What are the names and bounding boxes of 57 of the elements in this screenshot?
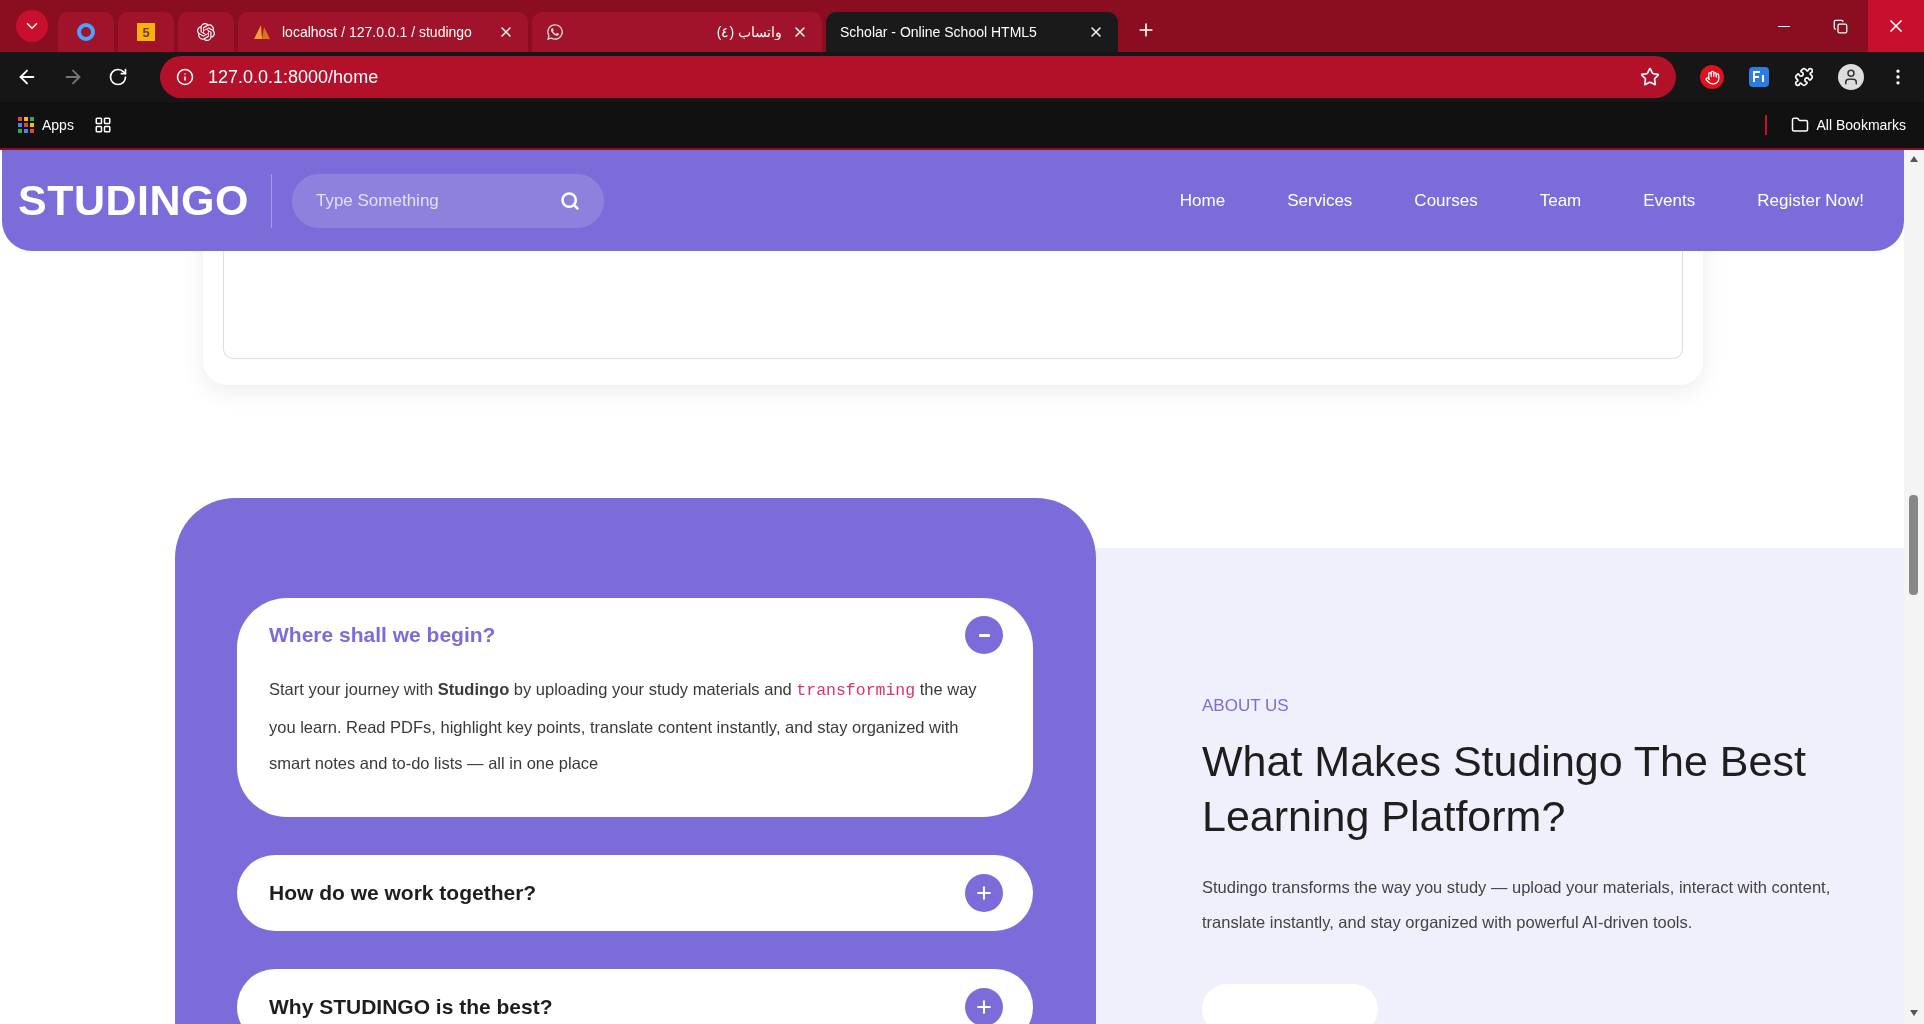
plus-icon xyxy=(974,883,994,903)
nav-link[interactable]: Home xyxy=(1179,190,1226,211)
accordion-text: Start your journey with Studingo by uploading your study materials and transforming the way you learn. Read PDFs, highlight key points, translate content instantly, and stay organized with smart notes and to-do lists — all in one place xyxy=(269,679,978,774)
nav-link[interactable]: Services xyxy=(1287,190,1353,211)
browser-tab[interactable]: Scholar - Online School HTML5 xyxy=(826,12,1118,52)
info-icon xyxy=(176,68,194,86)
apps-grid-icon xyxy=(18,117,34,133)
nav-link[interactable]: Courses xyxy=(1414,190,1478,211)
ring-icon xyxy=(77,23,95,41)
accordion-title: How do we work together? xyxy=(269,881,537,905)
knot-icon xyxy=(197,23,215,41)
accordion-item[interactable]: How do we work together? xyxy=(237,855,1033,931)
accordion-item[interactable]: Why STUDINGO is the best? xyxy=(237,969,1033,1024)
chat-bubble-icon xyxy=(546,23,564,41)
minimize-icon xyxy=(1778,25,1790,27)
pinned-tab[interactable] xyxy=(178,12,234,52)
hand-icon[interactable] xyxy=(1700,65,1724,89)
section-text: Studingo transforms the way you study — upload your materials, interact with content, translate instantly, and stay organized with powerful AI-driven tools. xyxy=(1202,877,1832,933)
favicon-badge: 5 xyxy=(137,23,155,41)
accordion-item[interactable] xyxy=(237,598,1033,817)
pinned-tab[interactable] xyxy=(58,12,114,52)
expand-button[interactable] xyxy=(965,988,1003,1024)
extension-icon[interactable] xyxy=(1748,66,1770,88)
accordion-title: Why STUDINGO is the best? xyxy=(269,995,553,1019)
sail-icon xyxy=(252,23,272,41)
tab-title: Scholar - Online School HTML5 xyxy=(840,24,1038,40)
address-bar[interactable]: 127.0.0.1:8000/home xyxy=(160,56,1676,98)
avatar-icon[interactable] xyxy=(1838,64,1864,90)
apps-bookmark[interactable]: Apps xyxy=(18,117,74,133)
tab-title: localhost / 127.0.0.1 / studingo xyxy=(282,24,473,40)
reload-icon[interactable] xyxy=(108,67,128,87)
puzzle-icon[interactable] xyxy=(1794,67,1814,87)
tab-groups-icon[interactable] xyxy=(93,116,112,134)
browser-tab[interactable]: واتساب (٤) xyxy=(532,12,822,52)
pinned-tab[interactable]: 5 xyxy=(118,12,174,52)
search-icon[interactable] xyxy=(559,190,580,211)
plus-icon xyxy=(974,997,994,1017)
tab-title: واتساب (٤) xyxy=(715,24,782,40)
url-text: 127.0.0.1:8000/home xyxy=(208,66,380,88)
nav-link[interactable]: Register Now! xyxy=(1757,190,1864,211)
nav-link[interactable]: Events xyxy=(1643,190,1696,211)
section-heading: What Makes Studingo The Best Learning Platform? xyxy=(1202,736,1807,842)
accordion-title: Where shall we begin? xyxy=(269,623,496,647)
restore-icon xyxy=(1832,18,1848,34)
star-icon[interactable] xyxy=(1640,67,1660,87)
scrollbar[interactable] xyxy=(1904,150,1924,1024)
expand-button[interactable] xyxy=(965,874,1003,912)
section-label: ABOUT US xyxy=(1202,696,1290,716)
tab-search-button[interactable] xyxy=(16,10,48,42)
logo[interactable]: STUDINGO xyxy=(18,176,249,225)
all-bookmarks[interactable]: All Bookmarks xyxy=(1790,116,1906,134)
collapse-button[interactable] xyxy=(965,616,1003,654)
minus-icon xyxy=(978,633,990,637)
browser-tab[interactable]: localhost / 127.0.0.1 / studingo xyxy=(238,12,528,52)
folder-icon xyxy=(1790,116,1809,134)
bookmark-label: All Bookmarks xyxy=(1816,117,1906,133)
nav-link[interactable]: Team xyxy=(1539,190,1582,211)
